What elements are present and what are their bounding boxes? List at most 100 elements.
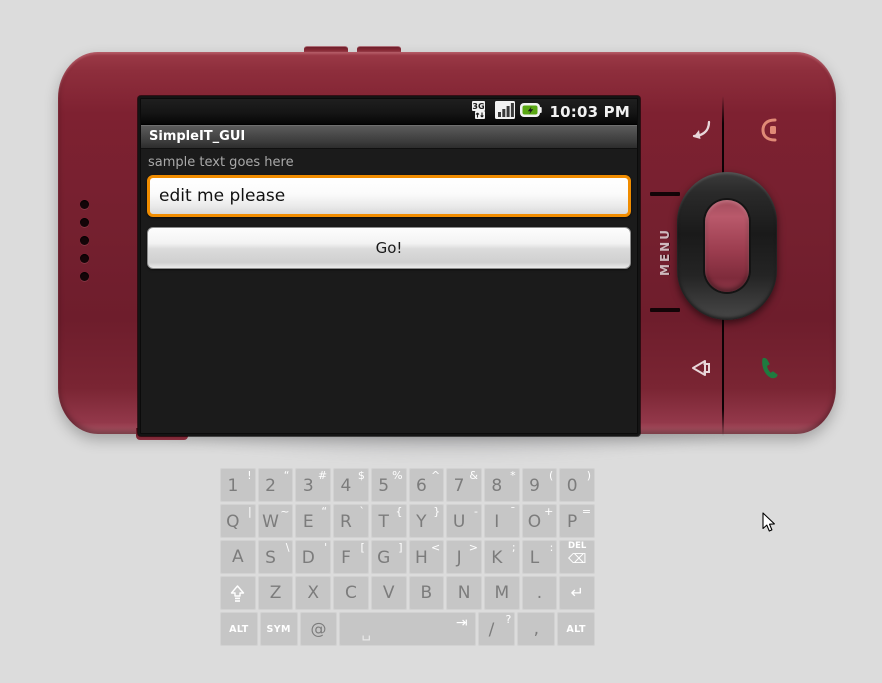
key-w[interactable]: W ~ [257, 504, 294, 538]
key-alt: & [469, 469, 478, 482]
key-q[interactable]: Q | [220, 504, 256, 538]
key-comma[interactable]: , [517, 612, 556, 646]
key-h[interactable]: H < [408, 540, 445, 574]
key-alt: “ [283, 469, 290, 482]
key-main: 2 [265, 476, 276, 496]
speaker-dot [80, 200, 89, 209]
key-1[interactable]: 1! [220, 468, 256, 502]
key-main: 5 [378, 476, 390, 496]
key-l[interactable]: L: [521, 540, 558, 574]
app-title-bar: SimpleIT_GUI [141, 125, 637, 149]
key-7[interactable]: 7 & [446, 468, 482, 502]
key-i[interactable]: I ¯ [483, 504, 520, 538]
key-alt: * [510, 469, 516, 482]
signal-strength-icon [494, 100, 515, 123]
key-n[interactable]: N [446, 576, 482, 610]
key-d[interactable]: D ' [295, 540, 332, 574]
key-alt: “ [321, 505, 328, 518]
key-space[interactable]: ␣ ⇥ [339, 612, 476, 646]
key-main: 4 [340, 476, 352, 496]
key-main: I [494, 512, 500, 532]
key-0[interactable]: 0) [559, 468, 596, 502]
key-y[interactable]: Y} [408, 504, 445, 538]
home-key[interactable] [680, 348, 720, 388]
keyboard-row-bottom: ALT SYM @ ␣ ⇥ /? , ALT [220, 612, 595, 646]
key-5[interactable]: 5% [370, 468, 407, 502]
backspace-icon: ⌫ [567, 552, 587, 567]
back-arrow-icon [692, 120, 711, 139]
text-input-field[interactable]: edit me please [147, 175, 631, 217]
key-alt: % [392, 469, 403, 482]
key-b[interactable]: B [408, 576, 445, 610]
key-a[interactable]: A [220, 540, 256, 574]
key-main: V [382, 582, 395, 603]
key-alt: : [549, 541, 554, 554]
key-g[interactable]: G] [370, 540, 407, 574]
key-z[interactable]: Z [257, 576, 294, 610]
key-f[interactable]: F[ [333, 540, 369, 574]
trackball[interactable] [677, 172, 777, 320]
key-alt: { [395, 505, 403, 518]
key-3[interactable]: 3 # [295, 468, 332, 502]
key-x[interactable]: X [295, 576, 332, 610]
key-main: J [456, 548, 462, 568]
key-period[interactable]: . [521, 576, 558, 610]
menu-button[interactable]: MENU [650, 192, 680, 312]
shift-icon [231, 584, 245, 602]
tab-icon: ⇥ [455, 615, 468, 631]
key-2[interactable]: 2 “ [257, 468, 294, 502]
key-main: H [414, 548, 428, 568]
key-alt-right[interactable]: ALT [557, 612, 595, 646]
key-alt: ] [398, 541, 403, 554]
menu-slot-top [650, 192, 680, 196]
key-m[interactable]: M [483, 576, 520, 610]
answer-key[interactable] [750, 348, 790, 388]
key-alt: \ [285, 541, 290, 554]
speaker-dot [80, 272, 89, 281]
status-bar: 3G 10:03 PM [141, 99, 637, 125]
key-6[interactable]: 6 ^ [408, 468, 445, 502]
battery-charging-icon [519, 102, 542, 122]
key-delete[interactable]: DEL ⌫ [559, 540, 596, 574]
key-sym[interactable]: SYM [259, 612, 298, 646]
key-o[interactable]: O + [521, 504, 558, 538]
sample-label: sample text goes here [148, 155, 294, 170]
virtual-keyboard[interactable]: 1! 2 “ 3 # 4 $ 5% 6 ^ 7 & 8 * 9( 0) Q | W ~ E “ R… [220, 468, 596, 646]
key-8[interactable]: 8 * [483, 468, 520, 502]
key-alt: ! [247, 469, 252, 482]
key-e[interactable]: E “ [295, 504, 332, 538]
key-main: 1 [227, 476, 239, 496]
key-p[interactable]: P = [559, 504, 596, 538]
key-alt: ) [586, 469, 592, 482]
back-key[interactable] [680, 110, 720, 150]
phone-screen[interactable]: 3G 10:03 PM SimpleIT_GUI sample text goe… [141, 99, 637, 433]
key-main: E [302, 512, 314, 532]
key-at[interactable]: @ [299, 612, 338, 646]
key-main: ALT [229, 623, 249, 635]
key-c[interactable]: C [333, 576, 369, 610]
key-slash[interactable]: /? [477, 612, 516, 646]
key-u[interactable]: U- [446, 504, 482, 538]
key-main: . [536, 582, 543, 603]
key-v[interactable]: V [370, 576, 407, 610]
key-4[interactable]: 4 $ [333, 468, 369, 502]
phone-chassis: 3G 10:03 PM SimpleIT_GUI sample text goe… [58, 52, 836, 440]
key-alt-left[interactable]: ALT [220, 612, 258, 646]
delete-label: DEL [568, 541, 587, 551]
mouse-cursor [762, 512, 778, 538]
key-t[interactable]: T{ [370, 504, 407, 538]
key-9[interactable]: 9( [521, 468, 558, 502]
key-s[interactable]: S \ [257, 540, 294, 574]
speaker-grille [80, 200, 89, 281]
space-bar-icon: ␣ [361, 623, 371, 641]
key-main: / [488, 620, 495, 640]
key-r[interactable]: R ` [333, 504, 369, 538]
go-button[interactable]: Go! [147, 227, 631, 269]
key-main: 8 [491, 476, 503, 496]
call-key[interactable] [750, 110, 790, 150]
key-k[interactable]: K; [483, 540, 520, 574]
key-shift[interactable] [220, 576, 256, 610]
key-alt: ; [511, 541, 516, 554]
key-j[interactable]: J > [446, 540, 482, 574]
key-enter[interactable]: ↵ [559, 576, 596, 610]
